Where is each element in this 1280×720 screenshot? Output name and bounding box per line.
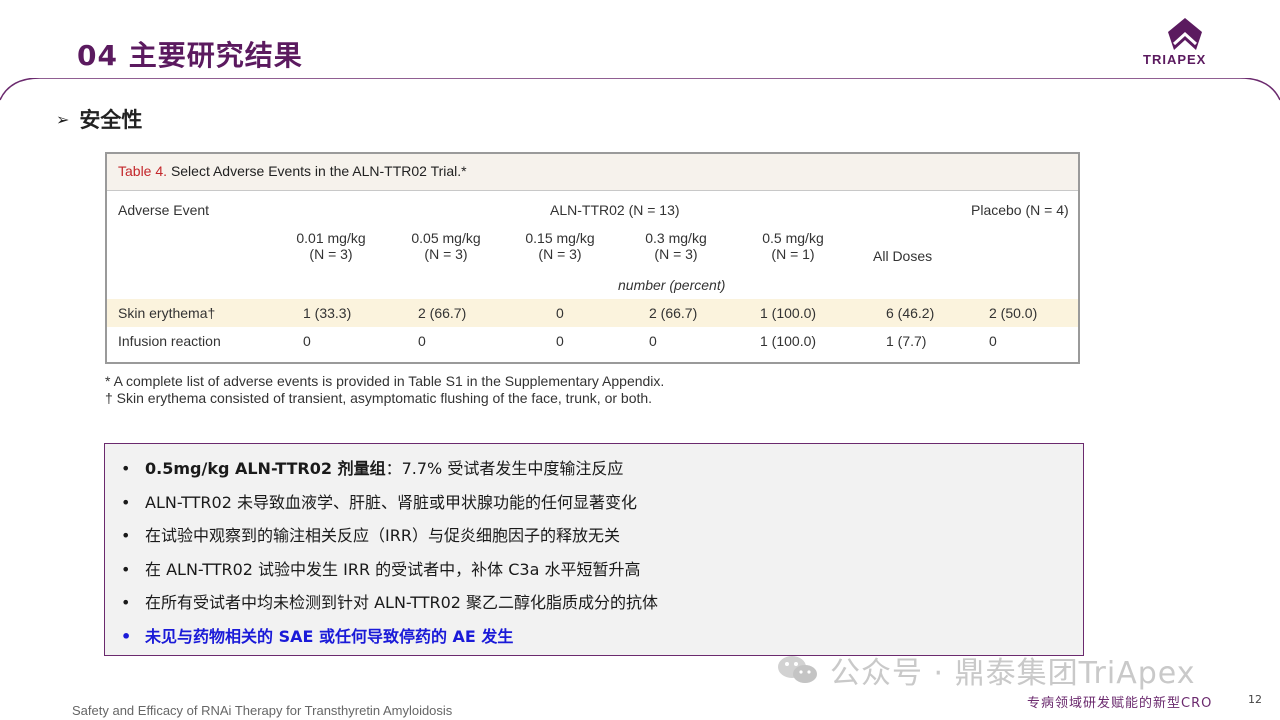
list-item: • 在 ALN-TTR02 试验中发生 IRR 的受试者中，补体 C3a 水平短暂… — [121, 559, 641, 579]
table-cell: 1 (7.7) — [886, 333, 927, 349]
watermark: 公众号 · 鼎泰集团TriApex — [830, 656, 1196, 691]
arrow-bullet-icon: ➢ — [56, 110, 70, 129]
table-cell: 6 (46.2) — [886, 305, 935, 321]
table-cell: 1 (33.3) — [303, 305, 352, 321]
list-item: • ALN-TTR02 未导致血液学、肝脏、肾脏或甲状腺功能的任何显著变化 — [121, 492, 637, 512]
section-title: 安全性 — [79, 108, 143, 132]
col-header-aln-group: ALN-TTR02 (N = 13) — [550, 202, 680, 218]
col-header-placebo: Placebo (N = 4) — [971, 202, 1069, 218]
row-label-skin-erythema: Skin erythema† — [118, 305, 216, 321]
row-label-infusion-reaction: Infusion reaction — [118, 333, 221, 349]
table-cell: 0 — [649, 333, 657, 349]
list-item: • 在所有受试者中均未检测到针对 ALN-TTR02 聚乙二醇化脂质成分的抗体 — [121, 593, 659, 613]
col-header-all-doses: All Doses — [873, 248, 933, 264]
page-number: 12 — [1248, 693, 1262, 706]
dose-header: 0.3 mg/kg (N = 3) — [645, 230, 707, 262]
dose-header: 0.5 mg/kg (N = 1) — [762, 230, 824, 262]
col-header-adverse-event: Adverse Event — [118, 202, 210, 218]
table-caption: Table 4. Select Adverse Events in the AL… — [118, 163, 467, 179]
summary-box: • 0.5mg/kg ALN-TTR02 剂量组：7.7% 受试者发生中度输注反应… — [104, 443, 1084, 656]
adverse-events-table: Table 4. Select Adverse Events in the AL… — [105, 152, 1080, 364]
page-title: 04 主要研究结果 — [77, 39, 303, 72]
footnote: * A complete list of adverse events is p… — [105, 373, 665, 389]
footer-source: Safety and Efficacy of RNAi Therapy for … — [72, 703, 453, 718]
table-cell: 2 (66.7) — [418, 305, 467, 321]
unit-note: number (percent) — [618, 277, 726, 293]
dose-header: 0.01 mg/kg (N = 3) — [296, 230, 366, 262]
list-item-highlight: • 未见与药物相关的 SAE 或任何导致停药的 AE 发生 — [121, 626, 514, 646]
footnote: † Skin erythema consisted of transient, … — [105, 390, 653, 406]
table-cell: 0 — [556, 305, 564, 321]
table-cell: 0 — [303, 333, 311, 349]
section-heading: ➢ 安全性 — [56, 104, 142, 134]
table-caption-label: Table 4. — [118, 163, 168, 179]
table-cell: 1 (100.0) — [760, 333, 817, 349]
slide: 04 主要研究结果 TRIAPEX ➢ 安全性 Table 4. Select A… — [0, 0, 1280, 720]
header-divider — [0, 78, 1280, 101]
table-cell: 2 (50.0) — [989, 305, 1038, 321]
list-item: • 0.5mg/kg ALN-TTR02 剂量组：7.7% 受试者发生中度输注反应 — [121, 459, 624, 478]
wechat-icon — [778, 656, 817, 683]
table-cell: 2 (66.7) — [649, 305, 698, 321]
list-item: • 在试验中观察到的输注相关反应（IRR）与促炎细胞因子的释放无关 — [121, 526, 620, 546]
table-caption-text: Select Adverse Events in the ALN-TTR02 T… — [170, 163, 467, 179]
dose-header: 0.15 mg/kg (N = 3) — [525, 230, 595, 262]
table-cell: 0 — [556, 333, 564, 349]
table-cell: 1 (100.0) — [760, 305, 817, 321]
table-cell: 0 — [989, 333, 997, 349]
table-cell: 0 — [418, 333, 426, 349]
footer-tagline: 专病领域研发赋能的新型CRO — [1027, 696, 1213, 711]
table-footnotes: * A complete list of adverse events is p… — [105, 373, 664, 407]
dose-header: 0.05 mg/kg (N = 3) — [411, 230, 481, 262]
summary-list: • 0.5mg/kg ALN-TTR02 剂量组：7.7% 受试者发生中度输注反应… — [119, 456, 658, 658]
logo-text: TRIAPEX — [1143, 52, 1207, 67]
